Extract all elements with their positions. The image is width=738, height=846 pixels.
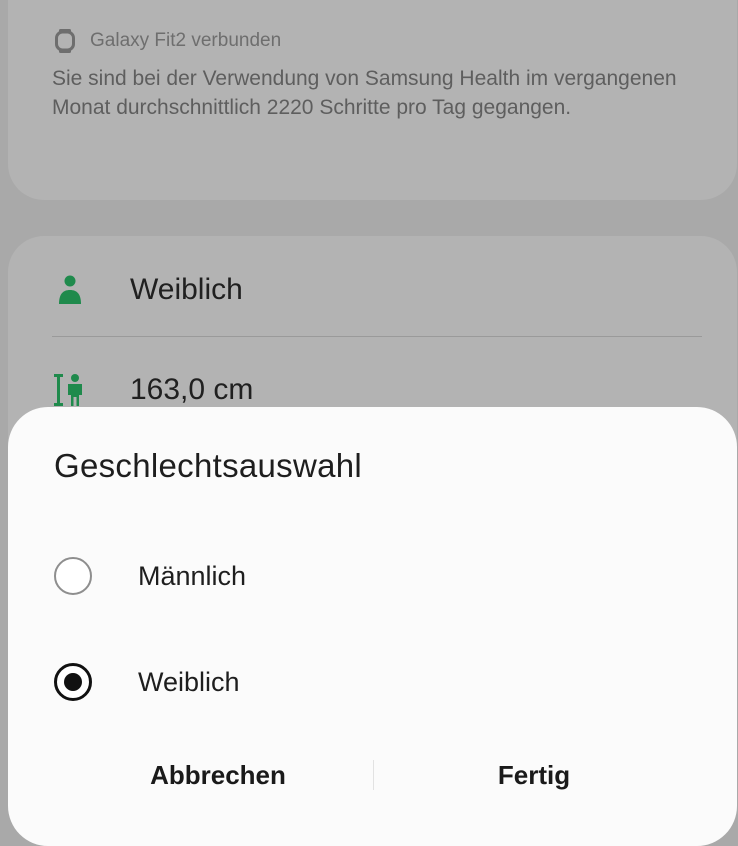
dialog-actions: Abbrechen Fertig: [8, 747, 737, 803]
device-status-row: Galaxy Fit2 verbunden: [52, 26, 281, 56]
option-female-label: Weiblich: [138, 666, 240, 697]
option-male-label: Männlich: [138, 560, 247, 591]
device-status-text: Galaxy Fit2 verbunden: [90, 30, 282, 51]
dialog-title: Geschlechtsauswahl: [54, 447, 363, 484]
option-female[interactable]: Weiblich: [54, 660, 240, 704]
action-divider: [373, 760, 374, 790]
profile-divider: [52, 336, 702, 337]
profile-gender-row[interactable]: Weiblich: [52, 262, 243, 318]
gender-selection-dialog: Geschlechtsauswahl Männlich Weiblich Abb…: [8, 407, 737, 846]
steps-summary-text: Sie sind bei der Verwendung von Samsung …: [52, 67, 677, 119]
radio-female[interactable]: [54, 663, 92, 701]
app-screen: Galaxy Fit2 verbunden Sie sind bei der V…: [0, 0, 738, 846]
cancel-button[interactable]: Abbrechen: [88, 747, 348, 803]
profile-gender-value: Weiblich: [130, 273, 243, 306]
height-icon: [52, 370, 88, 410]
profile-height-value: 163,0 cm: [130, 373, 254, 406]
person-icon: [52, 270, 88, 310]
radio-male[interactable]: [54, 557, 92, 595]
option-male[interactable]: Männlich: [54, 554, 246, 598]
done-button[interactable]: Fertig: [404, 747, 664, 803]
watch-icon: [52, 28, 78, 54]
